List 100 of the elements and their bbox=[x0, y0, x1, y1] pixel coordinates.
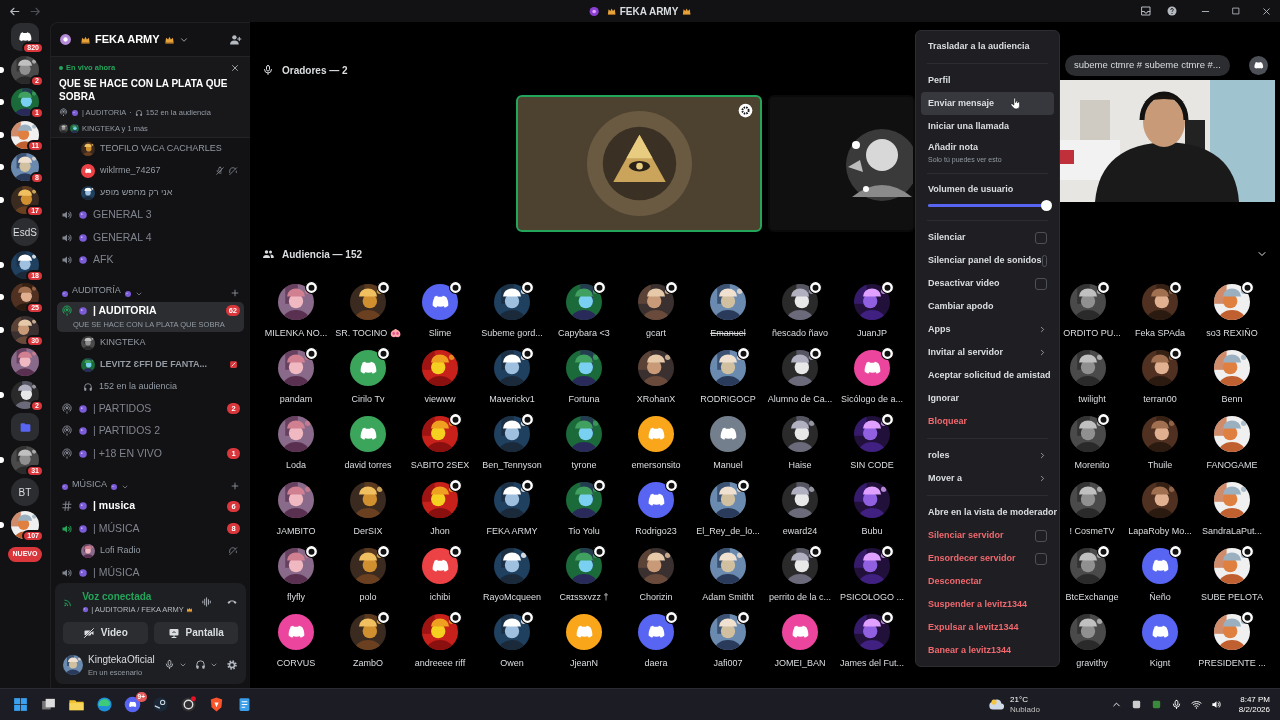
member-name[interactable]: Ben_Tennyson bbox=[482, 459, 542, 473]
menu-item[interactable]: Expulsar a levitz1344 bbox=[921, 616, 1054, 639]
close-icon[interactable] bbox=[230, 63, 240, 73]
member-name[interactable]: LapaRoby Mo... bbox=[1128, 525, 1192, 539]
menu-item[interactable]: Perfil bbox=[921, 69, 1054, 92]
member-name[interactable]: flyfly bbox=[287, 591, 305, 605]
member-name[interactable]: BtcExchange bbox=[1057, 591, 1119, 605]
add-member-icon[interactable] bbox=[229, 33, 242, 46]
member-name[interactable]: Cirilo Tv bbox=[351, 393, 385, 407]
member-name[interactable]: SIN CODE bbox=[850, 459, 894, 473]
server-name[interactable]: FEKA ARMY bbox=[95, 31, 160, 48]
close-icon[interactable] bbox=[1261, 5, 1272, 17]
member-name[interactable]: CORVUS bbox=[276, 657, 316, 671]
channel-item[interactable]: GENERAL 4 bbox=[57, 226, 244, 249]
menu-item[interactable]: Cambiar apodo bbox=[921, 295, 1054, 318]
member-name[interactable]: Jafi007 bbox=[713, 657, 743, 671]
menu-item[interactable]: Ignorar bbox=[921, 387, 1054, 410]
server-folder[interactable] bbox=[11, 413, 39, 441]
menu-item[interactable]: Ensordecer servidor bbox=[921, 547, 1054, 570]
member-name[interactable]: pandam bbox=[279, 393, 313, 407]
add-channel-icon[interactable] bbox=[230, 287, 240, 298]
menu-item[interactable]: Iniciar una llamada bbox=[921, 115, 1054, 138]
member-name[interactable]: SUBE PELOTA bbox=[1201, 591, 1263, 605]
menu-item[interactable]: Desconectar bbox=[921, 570, 1054, 593]
member-name[interactable]: PSICOLOGO ... bbox=[840, 591, 904, 605]
member-name[interactable]: Loda bbox=[286, 459, 306, 473]
member-name[interactable]: Emanuel bbox=[710, 327, 746, 341]
menu-item[interactable]: Enviar mensaje bbox=[921, 92, 1054, 115]
volume-icon[interactable] bbox=[1210, 699, 1222, 710]
member-name[interactable]: eward24 bbox=[782, 525, 818, 539]
menu-item[interactable]: Silenciar servidor bbox=[921, 524, 1054, 547]
microphone-icon[interactable] bbox=[164, 659, 175, 671]
slider-thumb[interactable] bbox=[1041, 200, 1052, 211]
member-name[interactable]: RayoMcqueen bbox=[482, 591, 541, 605]
checkbox[interactable] bbox=[1035, 529, 1047, 542]
discord-button[interactable] bbox=[1249, 56, 1268, 75]
member-name[interactable]: david torres bbox=[344, 459, 392, 473]
video-button[interactable]: Video bbox=[63, 621, 148, 644]
member-name[interactable]: Lofi Radio bbox=[100, 544, 141, 558]
member-name[interactable]: Haise bbox=[788, 459, 812, 473]
menu-item[interactable]: Trasladar a la audiencia bbox=[921, 35, 1054, 58]
member-name[interactable]: Slime bbox=[428, 327, 452, 341]
app-tray-icon[interactable] bbox=[1130, 699, 1142, 710]
member-name[interactable]: Tio Yolu bbox=[568, 525, 600, 539]
home-button[interactable] bbox=[11, 23, 39, 51]
member-name[interactable]: so3 REXIÑO bbox=[1206, 327, 1258, 341]
member-name[interactable]: daera bbox=[644, 657, 668, 671]
steam-icon[interactable] bbox=[152, 696, 169, 713]
menu-item[interactable]: Apps bbox=[921, 318, 1054, 341]
category-name[interactable]: MÚSICA bbox=[72, 477, 107, 491]
member-name[interactable]: Benn bbox=[1221, 393, 1243, 407]
menu-item[interactable]: Bloquear bbox=[921, 410, 1054, 433]
lion-shield-icon[interactable] bbox=[208, 696, 225, 713]
member-name[interactable]: ñescado ñavo bbox=[771, 327, 828, 341]
member-name[interactable]: Ñeño bbox=[1149, 591, 1171, 605]
menu-item[interactable]: Silenciar panel de sonidos bbox=[921, 249, 1054, 272]
member-name[interactable]: Adam Smitht bbox=[702, 591, 754, 605]
member-name[interactable]: Jhon bbox=[430, 525, 450, 539]
member-name[interactable]: Thuile bbox=[1147, 459, 1173, 473]
member-name[interactable]: JjeanN bbox=[570, 657, 598, 671]
member-name[interactable]: JOMEI_BAN bbox=[774, 657, 826, 671]
member-name[interactable]: Owen bbox=[500, 657, 524, 671]
menu-item[interactable]: Silenciar bbox=[921, 226, 1054, 249]
menu-item[interactable]: Suspender a levitz1344 bbox=[921, 593, 1054, 616]
member-name[interactable]: Rodrigo23 bbox=[635, 525, 677, 539]
clock-time[interactable]: 8:47 PM bbox=[1240, 694, 1270, 705]
member-name[interactable]: PRESIDENTE ... bbox=[1198, 657, 1266, 671]
member-name[interactable]: gravithy bbox=[1068, 657, 1108, 671]
member-name[interactable]: FEKA ARMY bbox=[486, 525, 538, 539]
member-name[interactable]: emersonsito bbox=[631, 459, 681, 473]
server-button[interactable]: EsdS bbox=[11, 218, 39, 246]
member-name[interactable]: polo bbox=[359, 591, 377, 605]
member-name[interactable]: Capybara <3 bbox=[558, 327, 610, 341]
headphones-icon[interactable] bbox=[195, 659, 206, 671]
browser-icon[interactable] bbox=[96, 696, 113, 713]
inbox-icon[interactable] bbox=[1140, 5, 1152, 17]
member-name[interactable]: tyrone bbox=[571, 459, 597, 473]
checkbox[interactable] bbox=[1035, 231, 1047, 244]
checkbox[interactable] bbox=[1035, 277, 1047, 290]
member-name[interactable]: TEOFILO VACA CACHARLES bbox=[100, 142, 222, 156]
add-channel-icon[interactable] bbox=[230, 481, 240, 491]
member-name[interactable]: Fortuna bbox=[568, 393, 600, 407]
clock-date[interactable]: 8/2/2026 bbox=[1238, 704, 1270, 715]
member-name[interactable]: viewww bbox=[424, 393, 456, 407]
member-name[interactable]: Morenito bbox=[1066, 459, 1110, 473]
member-name[interactable]: Feka SPAda bbox=[1135, 327, 1185, 341]
member-name[interactable]: Chorizin bbox=[639, 591, 673, 605]
member-name[interactable]: SandraLaPut... bbox=[1201, 525, 1262, 539]
channel-item[interactable]: AFK bbox=[57, 249, 244, 272]
screen-share-button[interactable]: Pantalla bbox=[153, 621, 238, 644]
start-icon[interactable] bbox=[12, 696, 29, 713]
menu-item[interactable]: Banear a levitz1344 bbox=[921, 639, 1054, 662]
member-name[interactable]: SABITO 2SEX bbox=[410, 459, 470, 473]
menu-item[interactable]: Desactivar video bbox=[921, 272, 1054, 295]
member-name[interactable]: ! CosmeTV bbox=[1061, 525, 1115, 539]
microphone-icon[interactable] bbox=[1170, 699, 1182, 710]
member-name[interactable]: SR. TOCINO 🐽 bbox=[335, 327, 401, 341]
soundboard-icon[interactable] bbox=[200, 595, 212, 608]
member-name[interactable]: Sicólogo de a... bbox=[840, 393, 903, 407]
member-name[interactable]: perrito de la c... bbox=[769, 591, 831, 605]
